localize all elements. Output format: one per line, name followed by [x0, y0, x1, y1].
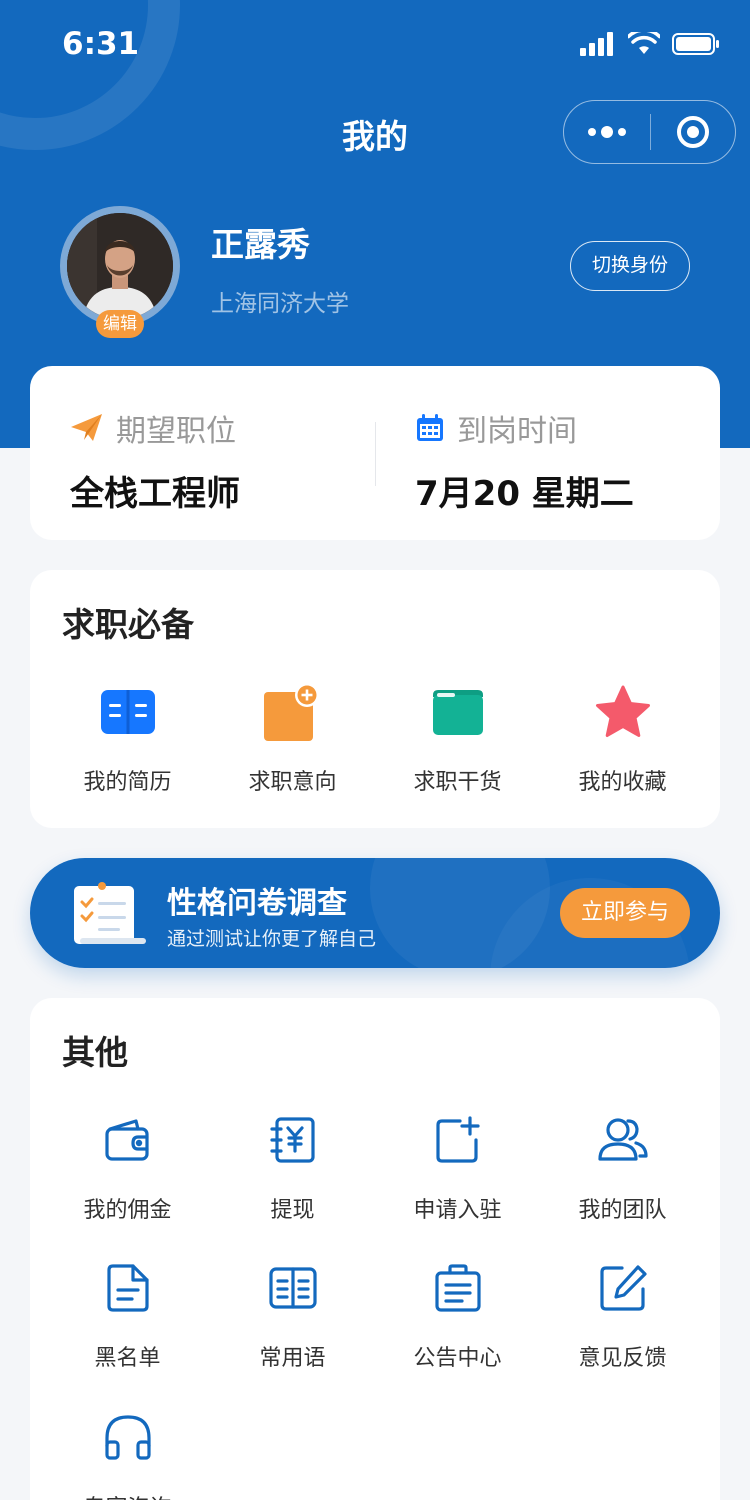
- other-card: 其他 我的佣金 提现 申请入驻 我的团队 黑名单 常用语 公告中心 意见反馈: [30, 998, 720, 1500]
- user-school: 上海同济大学: [211, 291, 349, 317]
- other-item-apply[interactable]: 申请入驻: [375, 1110, 540, 1224]
- user-name: 正露秀: [211, 225, 310, 264]
- job-item-label: 求职意向: [248, 770, 337, 795]
- other-item-label: 常用语: [259, 1346, 326, 1371]
- banner-subtitle: 通过测试让你更了解自己: [167, 928, 377, 950]
- other-item-label: 黑名单: [94, 1346, 161, 1371]
- job-item-intention[interactable]: 求职意向: [210, 682, 375, 796]
- other-item-phrases[interactable]: 常用语: [210, 1258, 375, 1372]
- close-button[interactable]: [651, 114, 735, 150]
- job-item-label: 求职干货: [413, 770, 502, 795]
- banner-title: 性格问卷调查: [167, 886, 347, 921]
- other-item-expert[interactable]: 专家咨询: [45, 1408, 210, 1500]
- other-item-label: 我的佣金: [83, 1198, 172, 1223]
- signal-icon: [580, 32, 613, 56]
- more-button[interactable]: [564, 126, 650, 138]
- arrival-time[interactable]: 到岗时间 7月20 星期二: [415, 406, 634, 515]
- team-icon: [597, 1118, 648, 1161]
- arrival-time-label: 到岗时间: [457, 414, 577, 449]
- other-item-blacklist[interactable]: 黑名单: [45, 1258, 210, 1372]
- other-item-label: 专家咨询: [83, 1490, 171, 1500]
- expectation-divider: [375, 422, 376, 486]
- mini-program-capsule: [563, 100, 736, 164]
- intention-icon: [263, 683, 319, 741]
- battery-icon: [672, 33, 719, 55]
- feedback-icon: [599, 1265, 647, 1311]
- notice-icon: [434, 1264, 481, 1312]
- resume-icon: [100, 690, 155, 734]
- job-item-label: 我的简历: [83, 770, 172, 795]
- star-icon: [595, 685, 650, 737]
- job-item-label: 我的收藏: [578, 770, 667, 795]
- other-item-notice[interactable]: 公告中心: [375, 1258, 540, 1372]
- expected-position-label: 期望职位: [116, 414, 236, 449]
- edit-avatar-badge[interactable]: 编辑: [96, 310, 144, 338]
- arrival-time-value: 7月20 星期二: [415, 474, 634, 514]
- job-essentials-card: 求职必备 我的简历 求职意向 求职干货 我的收藏: [30, 570, 720, 828]
- expectation-card: 期望职位 全栈工程师 到岗时间 7月20 星期二: [30, 366, 720, 540]
- other-item-label: 我的团队: [578, 1198, 667, 1223]
- other-item-label: 意见反馈: [578, 1346, 667, 1371]
- calendar-icon: [417, 414, 443, 441]
- wifi-icon: [628, 32, 660, 54]
- other-item-team[interactable]: 我的团队: [540, 1110, 705, 1224]
- questionnaire-icon: [74, 882, 146, 944]
- other-item-label: 公告中心: [413, 1346, 502, 1371]
- personality-survey-banner[interactable]: 性格问卷调查 通过测试让你更了解自己 立即参与: [30, 858, 720, 968]
- blacklist-icon: [106, 1264, 149, 1312]
- apply-icon: [435, 1116, 480, 1163]
- switch-identity-button[interactable]: 切换身份: [570, 241, 690, 291]
- job-item-tips[interactable]: 求职干货: [375, 682, 540, 796]
- target-icon: [677, 116, 709, 148]
- avatar[interactable]: [60, 206, 180, 326]
- headset-icon: [104, 1415, 151, 1460]
- other-item-label: 申请入驻: [413, 1198, 502, 1223]
- folder-icon: [432, 690, 483, 735]
- phrases-icon: [268, 1267, 317, 1309]
- other-item-feedback[interactable]: 意见反馈: [540, 1258, 705, 1372]
- avatar-image: [67, 213, 173, 319]
- wallet-icon: [104, 1119, 149, 1161]
- status-time: 6:31: [62, 26, 140, 62]
- expected-position[interactable]: 期望职位 全栈工程师: [70, 406, 240, 515]
- join-now-button[interactable]: 立即参与: [560, 888, 690, 938]
- other-item-commission[interactable]: 我的佣金: [45, 1110, 210, 1224]
- job-essentials-title: 求职必备: [62, 605, 194, 644]
- other-title: 其他: [62, 1033, 128, 1072]
- expected-position-value: 全栈工程师: [70, 474, 240, 514]
- job-item-resume[interactable]: 我的简历: [45, 682, 210, 796]
- job-item-favorites[interactable]: 我的收藏: [540, 682, 705, 796]
- withdraw-icon: [269, 1117, 315, 1163]
- status-bar: 6:31: [0, 0, 750, 90]
- other-item-withdraw[interactable]: 提现: [210, 1110, 375, 1224]
- paper-plane-icon: [71, 414, 102, 441]
- other-item-label: 提现: [270, 1198, 315, 1223]
